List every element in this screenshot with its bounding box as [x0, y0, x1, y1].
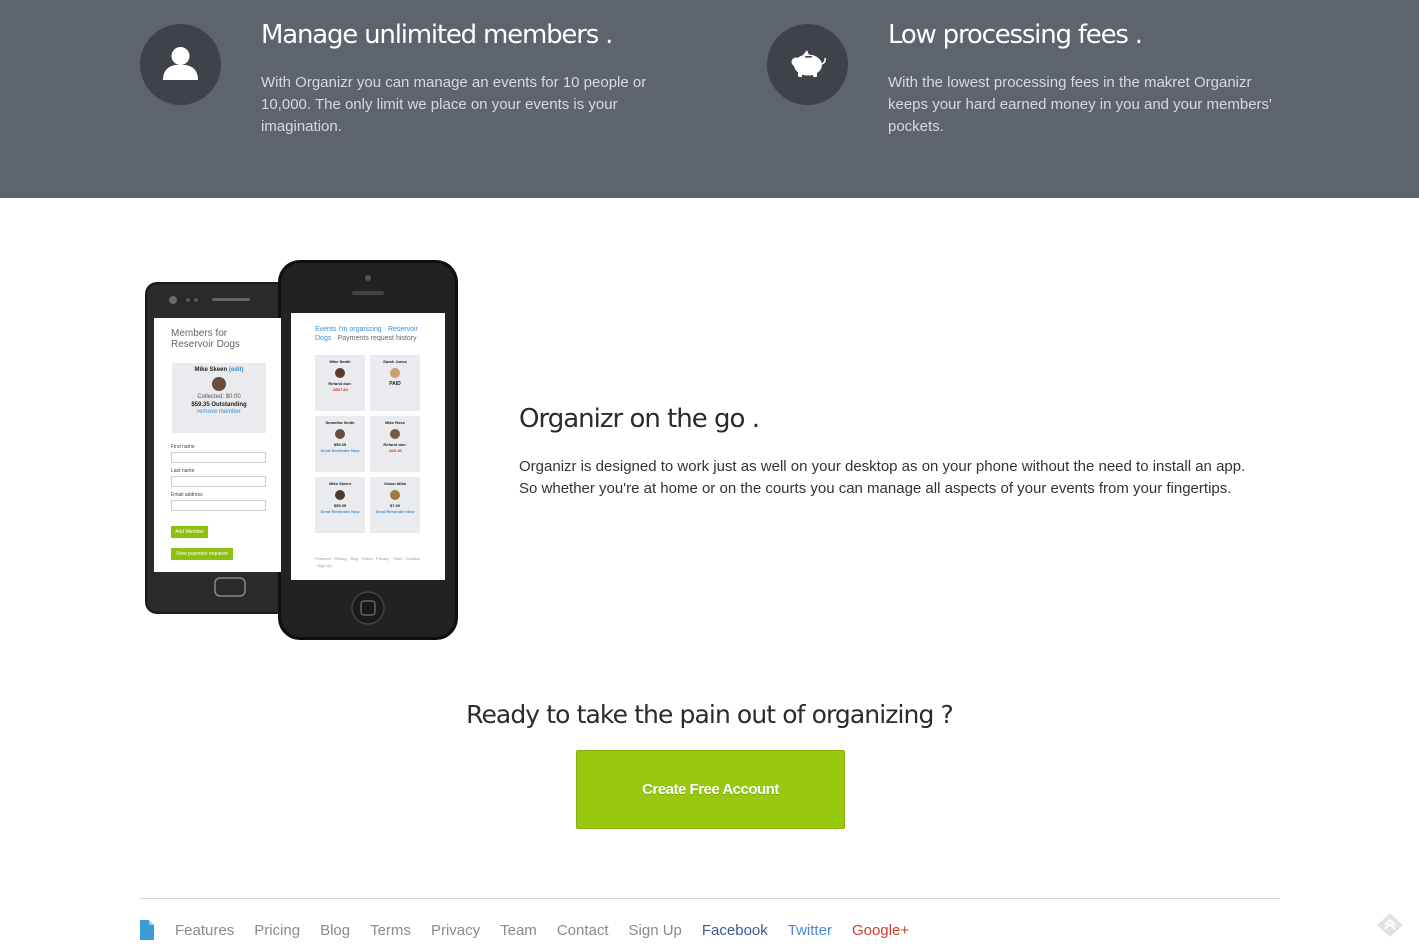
view-payment-requests-button[interactable]: View payment requests [171, 548, 233, 560]
payment-card-line2[interactable]: Send Reminder Now [370, 509, 420, 515]
footer-link-google-plus[interactable]: Google+ [852, 922, 909, 939]
remove-member-link[interactable]: remove member [172, 409, 266, 415]
footer-link-privacy[interactable]: Privacy [431, 922, 480, 939]
feature-description: With the lowest processing fees in the m… [888, 74, 1272, 135]
add-member-button[interactable]: Add Member [171, 526, 208, 538]
footer-link-features[interactable]: Features [175, 922, 234, 939]
payment-card-name: Mike Ross [385, 420, 405, 425]
feedback-tag-icon[interactable] [1376, 912, 1404, 938]
payment-card-avatar [390, 368, 400, 378]
collected-amount: Collected: $0.00 [197, 394, 241, 400]
organizr-logo-icon[interactable] [140, 920, 154, 940]
payment-card-line2: -$507.84 [332, 387, 348, 392]
footer-link-pricing[interactable]: Pricing [254, 922, 300, 939]
members-heading-line1: Members for [171, 328, 228, 339]
payment-card: Mike Skeen $59.35 Send Reminder Now [315, 477, 365, 533]
footer-link-team[interactable]: Team [500, 922, 537, 939]
piggy-bank-icon [767, 24, 848, 105]
member-card: Mike Skeen (edit) Collected: $0.00 $59.3… [172, 363, 266, 433]
cta-title: Ready to take the pain out of organizing… [466, 700, 954, 729]
footer-nav: Features Pricing Blog Terms Privacy Team… [140, 919, 929, 941]
payment-card: Sarah Jones PAID [370, 355, 420, 411]
footer-link-twitter[interactable]: Twitter [788, 922, 832, 939]
create-free-account-button[interactable]: Create Free Account [576, 750, 845, 829]
payment-card-avatar [390, 429, 400, 439]
member-avatar [212, 377, 226, 391]
member-card-title: Mike Skeen (edit) [172, 367, 266, 373]
payment-card-avatar [335, 429, 345, 439]
payment-card-name: Odum Idika [384, 481, 406, 486]
email-label: Email address [171, 492, 203, 498]
first-name-label: First name [171, 444, 195, 450]
payment-card-avatar [335, 490, 345, 500]
footer-link-signup[interactable]: Sign Up [629, 922, 682, 939]
footer-link-blog[interactable]: Blog [320, 922, 350, 939]
first-name-field[interactable] [171, 452, 266, 463]
breadcrumb-current: Payments request history [337, 335, 417, 342]
iphone-screen: Events I'm organizing · Reservoir Dogs ·… [291, 313, 445, 580]
breadcrumb: Events I'm organizing · Reservoir Dogs ·… [315, 326, 418, 342]
last-name-label: Last name [171, 468, 195, 474]
breadcrumb-events[interactable]: Events I'm organizing [315, 326, 382, 333]
last-name-field[interactable] [171, 476, 266, 487]
payment-card-line2[interactable]: Send Reminder Now [315, 509, 365, 515]
iphone-footer: Features · Pricing · Blog · Terms · Priv… [315, 556, 420, 568]
payment-card-name: Sarah Jones [383, 359, 407, 364]
payment-card-line2: -$29.36 [388, 448, 402, 453]
footer-divider [140, 898, 1280, 899]
feature-title: Manage unlimited members . [261, 20, 613, 50]
payment-card-name: Mike Skeen [329, 481, 351, 486]
members-heading: Members for Reservoir Dogs [154, 318, 281, 350]
payment-card-avatar [335, 368, 345, 378]
user-icon [140, 24, 221, 105]
footer-link-facebook[interactable]: Facebook [702, 922, 768, 939]
payment-card: Mike Ross Refund due: -$29.36 [370, 416, 420, 472]
payment-card: Odum Idika $7.39 Send Reminder Now [370, 477, 420, 533]
footer-link-terms[interactable]: Terms [370, 922, 411, 939]
payment-card-name: Mike Smith [329, 359, 351, 364]
mobile-devices-illustration: Members for Reservoir Dogs Mike Skeen (e… [144, 258, 460, 642]
android-screen: Members for Reservoir Dogs Mike Skeen (e… [154, 318, 281, 572]
feature-title: Low processing fees . [888, 20, 1143, 50]
email-field[interactable] [171, 500, 266, 511]
payment-card-line2: PAID [389, 381, 401, 387]
members-heading-line2: Reservoir Dogs [171, 339, 240, 350]
edit-link[interactable]: (edit) [229, 367, 244, 373]
outstanding-amount: $59.35 Outstanding [191, 402, 247, 408]
payment-card-name: Smantha Smith [325, 420, 355, 425]
payment-card: Mike Smith Refund due: -$507.84 [315, 355, 365, 411]
mobile-section-description: Organizr is designed to work just as wel… [519, 458, 1246, 497]
payment-card-avatar [390, 490, 400, 500]
footer-link-contact[interactable]: Contact [557, 922, 609, 939]
features-band: Manage unlimited members . With Organizr… [0, 0, 1419, 198]
member-name: Mike Skeen [194, 367, 228, 373]
payment-card-line2[interactable]: Send Reminder Now [315, 448, 365, 454]
feature-description: With Organizr you can manage an events f… [261, 74, 647, 135]
mobile-section-title: Organizr on the go . [519, 404, 760, 434]
payment-card: Smantha Smith $59.35 Send Reminder Now [315, 416, 365, 472]
